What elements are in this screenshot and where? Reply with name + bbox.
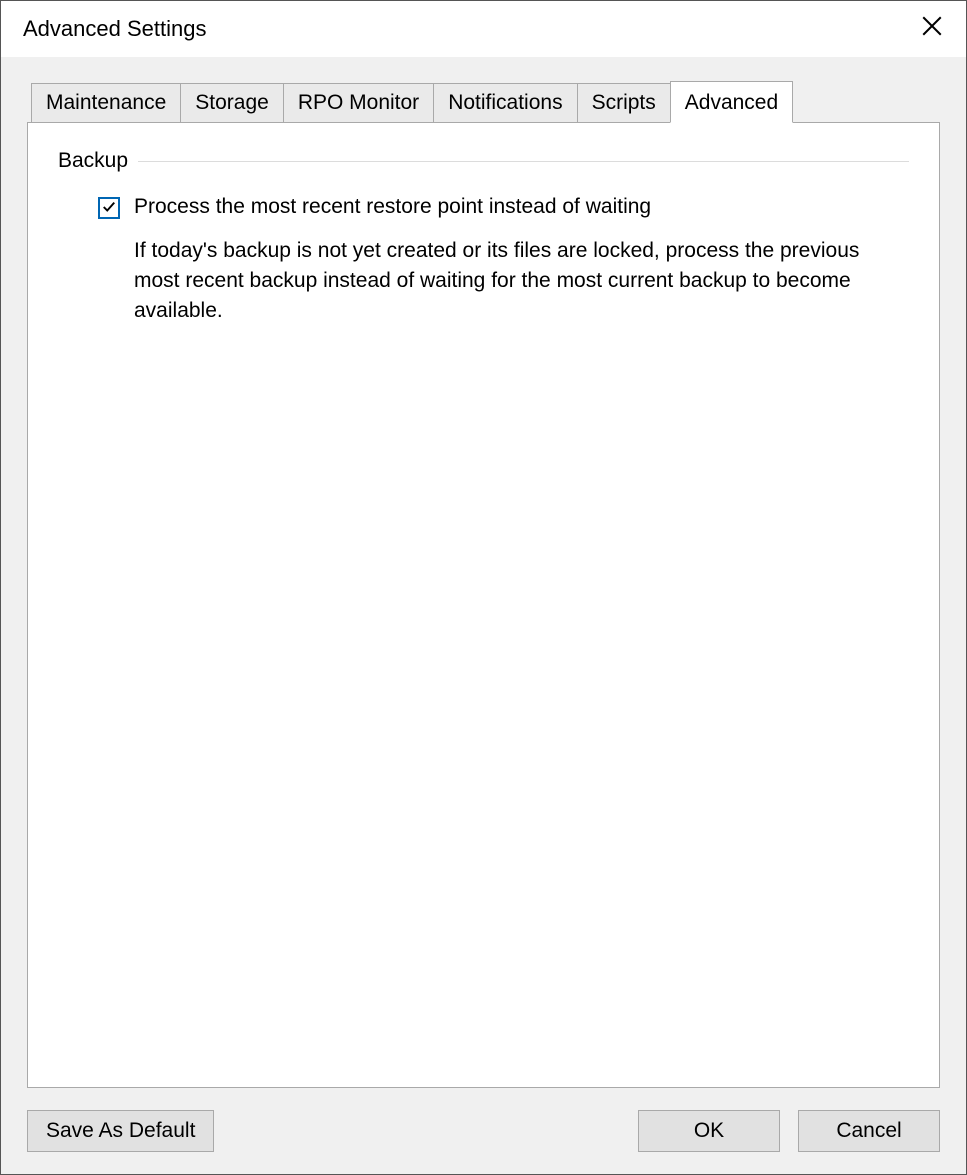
ok-button[interactable]: OK (638, 1110, 780, 1152)
tab-scripts[interactable]: Scripts (577, 83, 671, 123)
client-area: Maintenance Storage RPO Monitor Notifica… (1, 57, 966, 1174)
tab-notifications[interactable]: Notifications (433, 83, 577, 123)
group-rule (138, 161, 909, 162)
process-recent-restore-row: Process the most recent restore point in… (98, 193, 909, 221)
group-body: Process the most recent restore point in… (58, 173, 909, 327)
advanced-settings-dialog: Advanced Settings Maintenance Storage RP… (0, 0, 967, 1175)
tab-maintenance[interactable]: Maintenance (31, 83, 181, 123)
backup-group-title: Backup (58, 149, 138, 173)
tab-advanced[interactable]: Advanced (670, 81, 793, 123)
process-recent-restore-label: Process the most recent restore point in… (134, 193, 651, 221)
titlebar: Advanced Settings (1, 1, 966, 57)
close-icon (922, 16, 942, 42)
backup-group: Backup Process the most recent restore p… (58, 149, 909, 327)
group-header: Backup (58, 149, 909, 173)
process-recent-restore-checkbox[interactable] (98, 197, 120, 219)
checkmark-icon (102, 196, 116, 220)
window-title: Advanced Settings (23, 16, 206, 42)
tab-storage[interactable]: Storage (180, 83, 284, 123)
tab-panel-advanced: Backup Process the most recent restore p… (27, 122, 940, 1088)
tab-rpo-monitor[interactable]: RPO Monitor (283, 83, 434, 123)
process-recent-restore-description: If today's backup is not yet created or … (134, 236, 874, 327)
tab-strip: Maintenance Storage RPO Monitor Notifica… (31, 81, 940, 123)
close-button[interactable] (912, 9, 952, 49)
cancel-button[interactable]: Cancel (798, 1110, 940, 1152)
save-as-default-button[interactable]: Save As Default (27, 1110, 214, 1152)
dialog-button-row: Save As Default OK Cancel (27, 1110, 940, 1152)
